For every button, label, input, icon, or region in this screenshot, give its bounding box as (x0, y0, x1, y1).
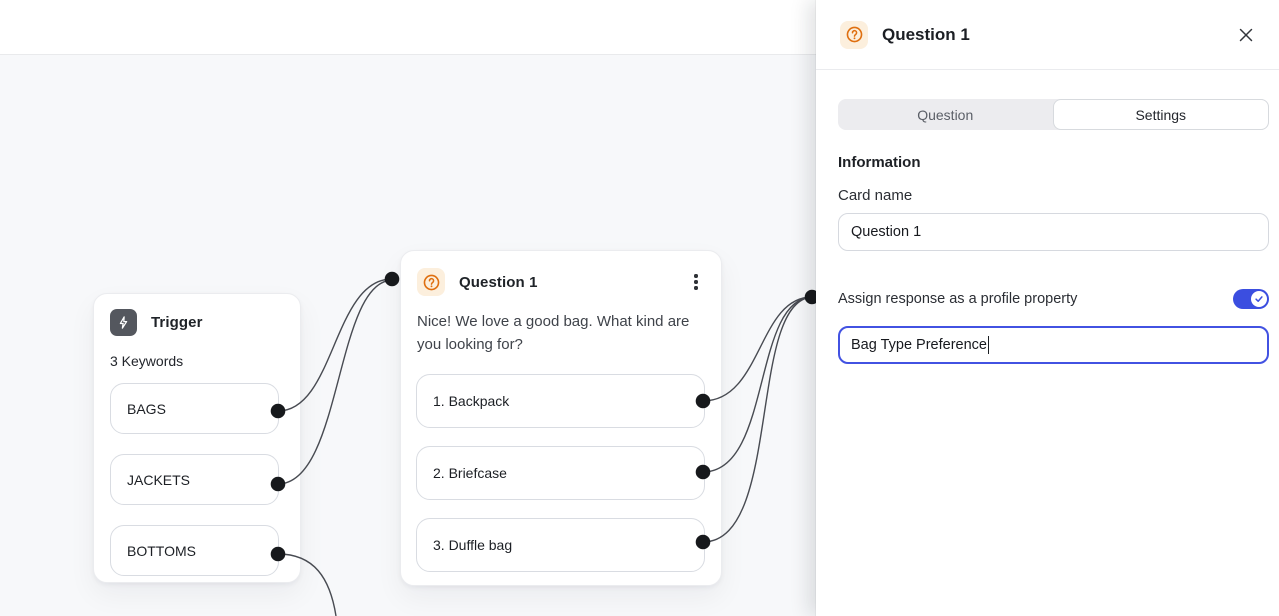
option-pill-briefcase[interactable]: 2. Briefcase (416, 446, 705, 500)
toggle-knob-check-icon (1251, 291, 1267, 307)
tab-question[interactable]: Question (838, 99, 1053, 130)
top-bar (0, 0, 816, 55)
panel-title: Question 1 (882, 25, 1234, 45)
kebab-menu-icon[interactable] (687, 271, 705, 293)
trigger-node[interactable]: Trigger 3 Keywords BAGS JACKETS BOTTOMS (93, 293, 301, 583)
close-icon[interactable] (1234, 23, 1258, 47)
settings-panel: Question 1 Question Settings Information… (816, 0, 1279, 616)
question-node-title: Question 1 (459, 274, 673, 291)
option-pill-backpack[interactable]: 1. Backpack (416, 374, 705, 428)
keyword-pill-jackets[interactable]: JACKETS (110, 454, 279, 505)
flow-canvas[interactable]: Trigger 3 Keywords BAGS JACKETS BOTTOMS … (0, 0, 816, 616)
card-name-input[interactable] (838, 213, 1269, 251)
keyword-pill-bags[interactable]: BAGS (110, 383, 279, 434)
assign-profile-property-toggle[interactable] (1233, 289, 1269, 309)
option-pill-duffle-bag[interactable]: 3. Duffle bag (416, 518, 705, 572)
assign-profile-property-label: Assign response as a profile property (838, 291, 1077, 307)
information-section-title: Information (838, 154, 1269, 171)
question-help-icon (417, 268, 445, 296)
port-dot-question1-input[interactable] (385, 272, 400, 287)
profile-property-input[interactable]: Bag Type Preference (838, 326, 1269, 364)
tab-settings[interactable]: Settings (1053, 99, 1270, 130)
question-help-icon (840, 21, 868, 49)
trigger-node-title: Trigger (151, 314, 284, 331)
text-caret (988, 336, 990, 354)
profile-property-value: Bag Type Preference (851, 337, 987, 353)
question-node[interactable]: Question 1 Nice! We love a good bag. Wha… (400, 250, 722, 586)
tab-group: Question Settings (838, 99, 1269, 130)
keyword-pill-bottoms[interactable]: BOTTOMS (110, 525, 279, 576)
card-name-label: Card name (838, 187, 1269, 204)
question-node-body: Nice! We love a good bag. What kind are … (401, 310, 713, 356)
port-dot-offscreen-target[interactable] (805, 290, 816, 305)
panel-header: Question 1 (816, 0, 1279, 70)
lightning-icon (110, 309, 137, 336)
